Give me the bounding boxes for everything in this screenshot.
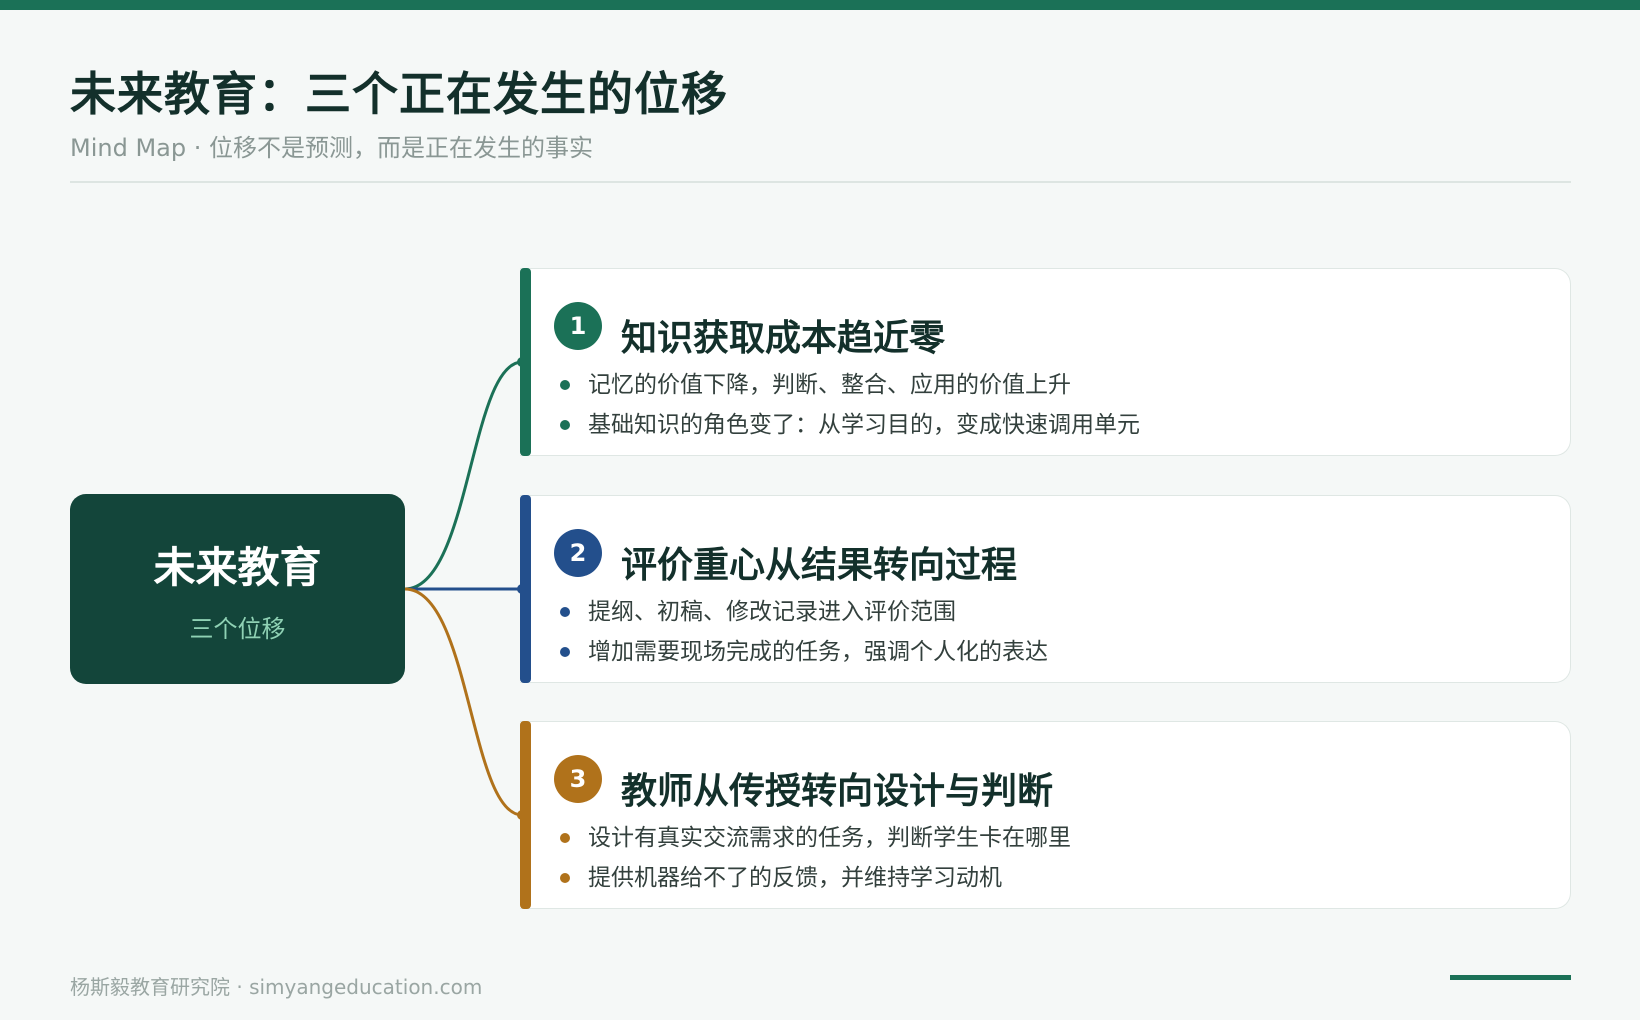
branch-title: 知识获取成本趋近零 <box>621 318 946 359</box>
branch-title: 教师从传授转向设计与判断 <box>621 771 1054 812</box>
branch-card-1: 1 知识获取成本趋近零 记忆的价值下降，判断、整合、应用的价值上升 基础知识的角… <box>520 268 1571 456</box>
footer-credit: 杨斯毅教育研究院 · simyangeducation.com <box>70 975 483 999</box>
branch-point: 提纲、初稿、修改记录进入评价范围 <box>560 592 1048 632</box>
branch-point-text: 提纲、初稿、修改记录进入评价范围 <box>588 599 956 625</box>
branch-point: 增加需要现场完成的任务，强调个人化的表达 <box>560 632 1048 672</box>
branch-color-bar <box>520 268 531 456</box>
branch-number-badge: 3 <box>554 755 602 803</box>
branch-points: 记忆的价值下降，判断、整合、应用的价值上升 基础知识的角色变了：从学习目的，变成… <box>560 365 1140 445</box>
branch-point: 基础知识的角色变了：从学习目的，变成快速调用单元 <box>560 405 1140 445</box>
branch-color-bar <box>520 721 531 909</box>
branch-point-text: 设计有真实交流需求的任务，判断学生卡在哪里 <box>588 825 1071 851</box>
bullet-dot-icon <box>560 873 570 883</box>
bullet-dot-icon <box>560 380 570 390</box>
branch-card-2: 2 评价重心从结果转向过程 提纲、初稿、修改记录进入评价范围 增加需要现场完成的… <box>520 495 1571 683</box>
bullet-dot-icon <box>560 607 570 617</box>
branch-points: 设计有真实交流需求的任务，判断学生卡在哪里 提供机器给不了的反馈，并维持学习动机 <box>560 818 1071 898</box>
bullet-dot-icon <box>560 647 570 657</box>
bullet-dot-icon <box>560 420 570 430</box>
branch-points: 提纲、初稿、修改记录进入评价范围 增加需要现场完成的任务，强调个人化的表达 <box>560 592 1048 672</box>
connector-branch-1 <box>404 360 523 591</box>
branch-color-bar <box>520 495 531 683</box>
central-node-title: 未来教育 <box>153 543 322 592</box>
branch-number-badge: 1 <box>554 302 602 350</box>
central-node-subtitle: 三个位移 <box>189 615 286 643</box>
connector-branch-3 <box>404 587 523 817</box>
branch-title: 评价重心从结果转向过程 <box>621 545 1018 586</box>
branch-card-3: 3 教师从传授转向设计与判断 设计有真实交流需求的任务，判断学生卡在哪里 提供机… <box>520 721 1571 909</box>
branch-point: 记忆的价值下降，判断、整合、应用的价值上升 <box>560 365 1140 405</box>
branch-point-text: 基础知识的角色变了：从学习目的，变成快速调用单元 <box>588 412 1140 438</box>
footer-accent-bar <box>1450 975 1571 980</box>
central-node: 未来教育 三个位移 <box>70 494 405 684</box>
branch-point: 设计有真实交流需求的任务，判断学生卡在哪里 <box>560 818 1071 858</box>
bullet-dot-icon <box>560 833 570 843</box>
branch-point-text: 增加需要现场完成的任务，强调个人化的表达 <box>588 639 1048 665</box>
branch-point-text: 提供机器给不了的反馈，并维持学习动机 <box>588 865 1002 891</box>
branch-point: 提供机器给不了的反馈，并维持学习动机 <box>560 858 1071 898</box>
branch-number-badge: 2 <box>554 529 602 577</box>
branch-point-text: 记忆的价值下降，判断、整合、应用的价值上升 <box>588 372 1071 398</box>
